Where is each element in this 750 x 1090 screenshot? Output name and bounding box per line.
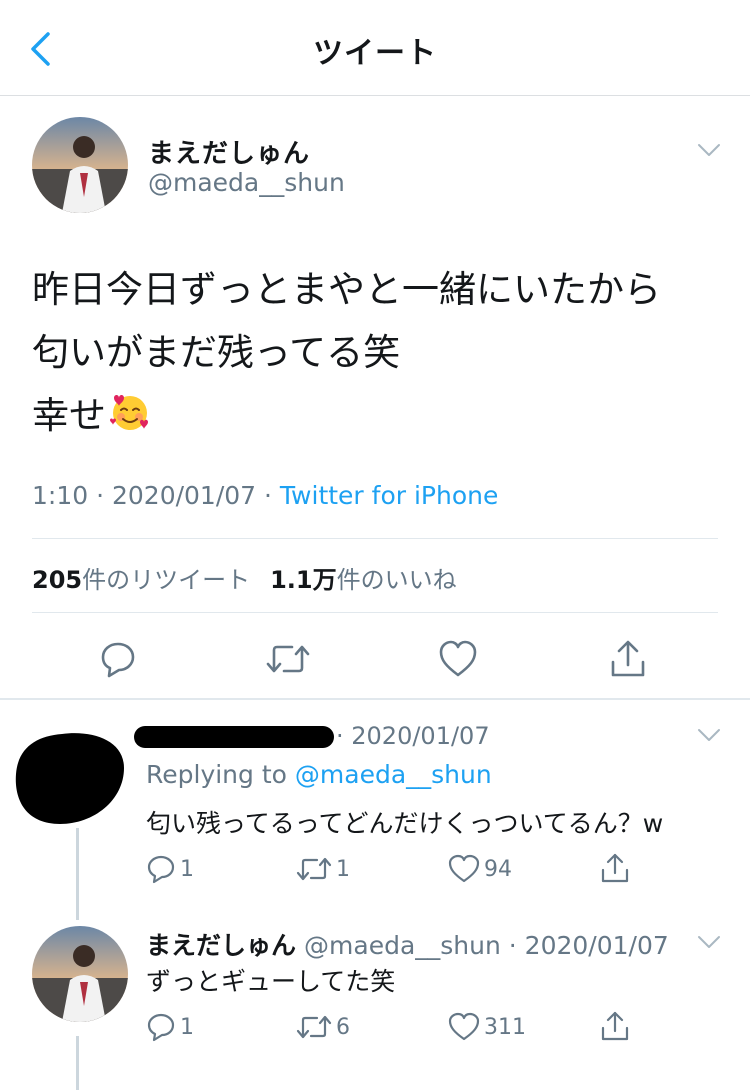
- chevron-down-icon: [698, 936, 720, 948]
- retweets-link[interactable]: 205件のリツイート: [32, 566, 250, 594]
- share-button[interactable]: [600, 1010, 630, 1042]
- tweet-text: 昨日今日ずっとまやと一緒にいたから 匂いがまだ残ってる笑 幸せ: [32, 258, 722, 453]
- redacted-avatar: [12, 730, 126, 826]
- reply-count: 1: [180, 1014, 194, 1040]
- reply-date: 2020/01/07: [524, 931, 669, 960]
- redacted-username: [134, 726, 334, 748]
- retweet-count: 205: [32, 566, 83, 594]
- share-button[interactable]: [600, 852, 630, 884]
- retweet-button[interactable]: 6: [296, 1012, 350, 1042]
- thread-connector: [76, 1036, 79, 1090]
- share-icon: [601, 853, 629, 883]
- tweet-date: 2020/01/07: [111, 481, 257, 510]
- heart-icon: [448, 854, 480, 883]
- retweet-icon: [296, 1015, 332, 1039]
- tweet-line-with-emoji: 幸せ: [32, 384, 722, 453]
- reply-icon: [147, 855, 175, 884]
- tweet-action-bar: [0, 625, 750, 691]
- reply-icon: [101, 642, 135, 678]
- thread-connector: [76, 828, 79, 920]
- retweet-label: 件のリツイート: [82, 566, 251, 594]
- replying-prefix: Replying to: [146, 760, 287, 789]
- tweet-line: 幸せ: [32, 394, 106, 437]
- reply-button[interactable]: 1: [146, 1012, 194, 1042]
- tweet-menu-button[interactable]: [694, 932, 724, 952]
- tweet-timestamp: 1:10 · 2020/01/07 · Twitter for iPhone: [32, 481, 499, 510]
- chevron-down-icon: [698, 144, 720, 156]
- divider: [32, 538, 718, 539]
- navigation-header: ツイート: [0, 0, 750, 96]
- retweet-button[interactable]: 1: [296, 854, 350, 884]
- divider: [0, 698, 750, 700]
- share-icon: [601, 1011, 629, 1041]
- like-count: 1.1万: [270, 566, 337, 594]
- divider: [32, 612, 718, 613]
- like-button[interactable]: [436, 637, 480, 681]
- like-count: 311: [484, 1014, 526, 1040]
- smiling-face-with-hearts-icon: [108, 390, 152, 453]
- reply-date: · 2020/01/07: [336, 722, 490, 750]
- reply-text: ずっとギューしてた笑: [146, 967, 396, 996]
- retweet-count: 1: [336, 856, 350, 882]
- tweet-source-link[interactable]: Twitter for iPhone: [280, 481, 498, 510]
- reply-button[interactable]: [96, 637, 140, 681]
- like-button[interactable]: 94: [448, 854, 512, 884]
- author-handle[interactable]: @maeda__shun: [148, 168, 345, 197]
- tweet-menu-button[interactable]: [694, 140, 724, 160]
- tweet-line: 昨日今日ずっとまやと一緒にいたから: [32, 268, 661, 311]
- tweet-line: 匂いがまだ残ってる笑: [32, 331, 401, 374]
- like-count: 94: [484, 856, 512, 882]
- reply-date-value: 2020/01/07: [351, 722, 490, 750]
- heart-icon: [439, 640, 477, 677]
- heart-icon: [448, 1012, 480, 1041]
- page-title: ツイート: [313, 36, 437, 71]
- likes-link[interactable]: 1.1万件のいいね: [270, 566, 457, 594]
- tweet-menu-button[interactable]: [694, 725, 724, 745]
- reply-text: 匂い残ってるってどんだけくっついてるん？w: [146, 809, 664, 838]
- avatar[interactable]: [32, 117, 128, 213]
- retweet-count: 6: [336, 1014, 350, 1040]
- author-name[interactable]: まえだしゅん: [146, 931, 296, 960]
- retweet-icon: [296, 857, 332, 881]
- reply-count: 1: [180, 856, 194, 882]
- reply-header: まえだしゅん @maeda__shun · 2020/01/07: [146, 931, 669, 960]
- mention-link[interactable]: @maeda__shun: [295, 760, 492, 789]
- tweet-time: 1:10: [32, 481, 89, 510]
- like-label: 件のいいね: [336, 566, 457, 594]
- share-button[interactable]: [606, 637, 650, 681]
- engagement-stats: 205件のリツイート 1.1万件のいいね: [32, 560, 457, 595]
- retweet-icon: [266, 645, 310, 673]
- avatar[interactable]: [32, 926, 128, 1022]
- author-handle[interactable]: @maeda__shun: [304, 931, 501, 960]
- retweet-button[interactable]: [266, 637, 310, 681]
- share-icon: [611, 640, 645, 677]
- reply-icon: [147, 1013, 175, 1042]
- chevron-down-icon: [698, 729, 720, 741]
- author-name[interactable]: まえだしゅん: [148, 133, 310, 170]
- replying-to: Replying to @maeda__shun: [146, 760, 492, 789]
- like-button[interactable]: 311: [448, 1012, 526, 1042]
- reply-button[interactable]: 1: [146, 854, 194, 884]
